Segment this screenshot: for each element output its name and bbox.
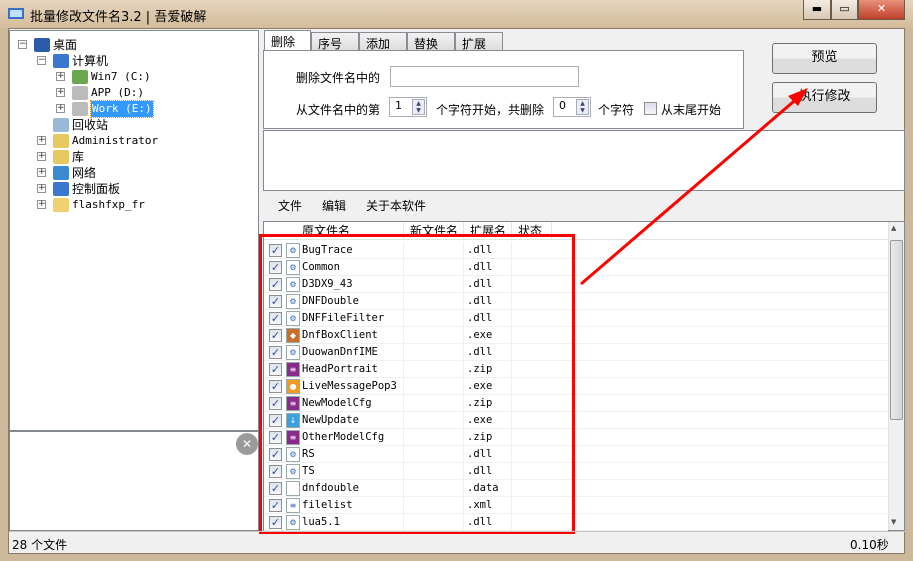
arrow-line bbox=[580, 94, 801, 286]
status-file-count: 28 个文件 bbox=[12, 538, 68, 552]
status-elapsed-time: 0.10秒 bbox=[850, 538, 889, 552]
annotation-arrow bbox=[580, 88, 808, 286]
status-divider bbox=[9, 531, 905, 532]
